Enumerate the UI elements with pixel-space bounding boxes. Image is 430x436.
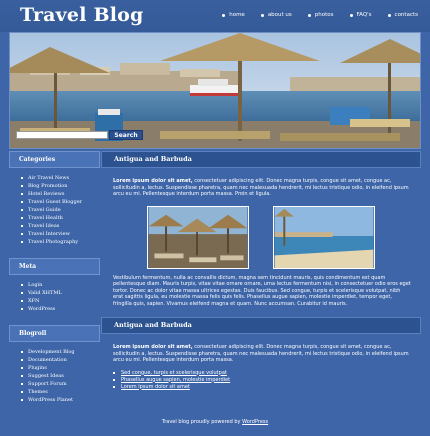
categories-title: Categories xyxy=(9,151,100,168)
post: Antigua and Barbuda Lorem ipsum dolor si… xyxy=(101,151,421,307)
meta-link[interactable]: WordPress xyxy=(21,305,100,313)
search-form: Search xyxy=(16,130,143,140)
sidebar: Categories Air Travel News Blog Promotio… xyxy=(9,151,100,416)
nav-label: contacts xyxy=(394,12,418,18)
nav-label: photos xyxy=(314,12,334,18)
bullet-icon xyxy=(260,13,264,17)
post-lead: Lorem ipsum dolor sit amet, xyxy=(113,344,193,350)
meta-list: Login Valid XHTML XFN WordPress xyxy=(9,275,100,321)
wordpress-link[interactable]: WordPress xyxy=(242,419,268,425)
meta-title: Meta xyxy=(9,258,100,275)
nav-home[interactable]: home xyxy=(222,12,245,18)
nav-label: FAQ's xyxy=(356,12,372,18)
footer-text: Travel blog proudly powered by xyxy=(161,419,243,425)
bullet-icon xyxy=(387,13,391,17)
beach-shore-photo[interactable] xyxy=(273,205,375,269)
bullet-icon xyxy=(307,13,311,17)
post-link[interactable]: Phasellus augue sapien, molestie imperdi… xyxy=(113,377,421,384)
category-link[interactable]: Blog Promotion xyxy=(21,182,100,190)
bullet-icon xyxy=(349,13,353,17)
categories-list: Air Travel News Blog Promotion Hotel Rev… xyxy=(9,168,100,254)
main-nav: home about us photos FAQ's contacts xyxy=(206,12,418,18)
meta-widget: Meta Login Valid XHTML XFN WordPress xyxy=(9,258,100,321)
blogroll-link[interactable]: Support Forum xyxy=(21,380,100,388)
nav-faqs[interactable]: FAQ's xyxy=(349,12,372,18)
post-link[interactable]: Sed congue, turpis et scelerisque volutp… xyxy=(113,370,421,377)
nav-label: home xyxy=(229,12,245,18)
category-link[interactable]: Travel Health xyxy=(21,214,100,222)
blogroll-link[interactable]: WordPress Planet xyxy=(21,396,100,404)
post-title[interactable]: Antigua and Barbuda xyxy=(101,151,421,168)
nav-contacts[interactable]: contacts xyxy=(387,12,418,18)
post-excerpt: Lorem ipsum dolor sit amet, consectetuer… xyxy=(101,334,421,364)
nav-label: about us xyxy=(267,12,292,18)
blogroll-link[interactable]: Suggest Ideas xyxy=(21,372,100,380)
post: Antigua and Barbuda Lorem ipsum dolor si… xyxy=(101,317,421,391)
category-link[interactable]: Travel Interview xyxy=(21,230,100,238)
nav-about-us[interactable]: about us xyxy=(260,12,292,18)
category-link[interactable]: Travel Ideas xyxy=(21,222,100,230)
post-body-text: Vestibulum fermentum, nulla ac convallis… xyxy=(113,274,411,307)
blogroll-widget: Blogroll Development Blog Documentation … xyxy=(9,325,100,412)
post-excerpt: Lorem ipsum dolor sit amet, consectetuer… xyxy=(101,168,421,198)
site-footer: Travel blog proudly powered by WordPress xyxy=(0,419,430,425)
post-lead: Lorem ipsum dolor sit amet, xyxy=(113,178,193,184)
meta-link[interactable]: Valid XHTML xyxy=(21,289,100,297)
category-link[interactable]: Travel Guide xyxy=(21,206,100,214)
beach-umbrellas-photo[interactable] xyxy=(147,205,249,269)
post-photos xyxy=(101,205,421,269)
meta-link[interactable]: XFN xyxy=(21,297,100,305)
bullet-icon xyxy=(222,13,226,17)
post-title[interactable]: Antigua and Barbuda xyxy=(101,317,421,334)
category-link[interactable]: Travel Guest Blogger xyxy=(21,198,100,206)
nav-photos[interactable]: photos xyxy=(307,12,334,18)
site-title[interactable]: Travel Blog xyxy=(20,4,143,26)
category-link[interactable]: Hotel Reviews xyxy=(21,190,100,198)
categories-widget: Categories Air Travel News Blog Promotio… xyxy=(9,151,100,254)
site-header: Travel Blog home about us photos FAQ's c… xyxy=(0,0,430,32)
search-button[interactable]: Search xyxy=(109,130,143,140)
category-link[interactable]: Air Travel News xyxy=(21,174,100,182)
blogroll-link[interactable]: Documentation xyxy=(21,356,100,364)
category-link[interactable]: Travel Photography xyxy=(21,238,100,246)
post-link[interactable]: Lorem ipsum dolor sit amet xyxy=(113,384,421,391)
main-content: Antigua and Barbuda Lorem ipsum dolor si… xyxy=(101,151,421,391)
blogroll-link[interactable]: Plugins xyxy=(21,364,100,372)
blogroll-list: Development Blog Documentation Plugins S… xyxy=(9,342,100,412)
post-links: Sed congue, turpis et scelerisque volutp… xyxy=(101,364,421,391)
blogroll-link[interactable]: Development Blog xyxy=(21,348,100,356)
blogroll-link[interactable]: Themes xyxy=(21,388,100,396)
search-input[interactable] xyxy=(16,131,108,139)
meta-link[interactable]: Login xyxy=(21,281,100,289)
blogroll-title: Blogroll xyxy=(9,325,100,342)
